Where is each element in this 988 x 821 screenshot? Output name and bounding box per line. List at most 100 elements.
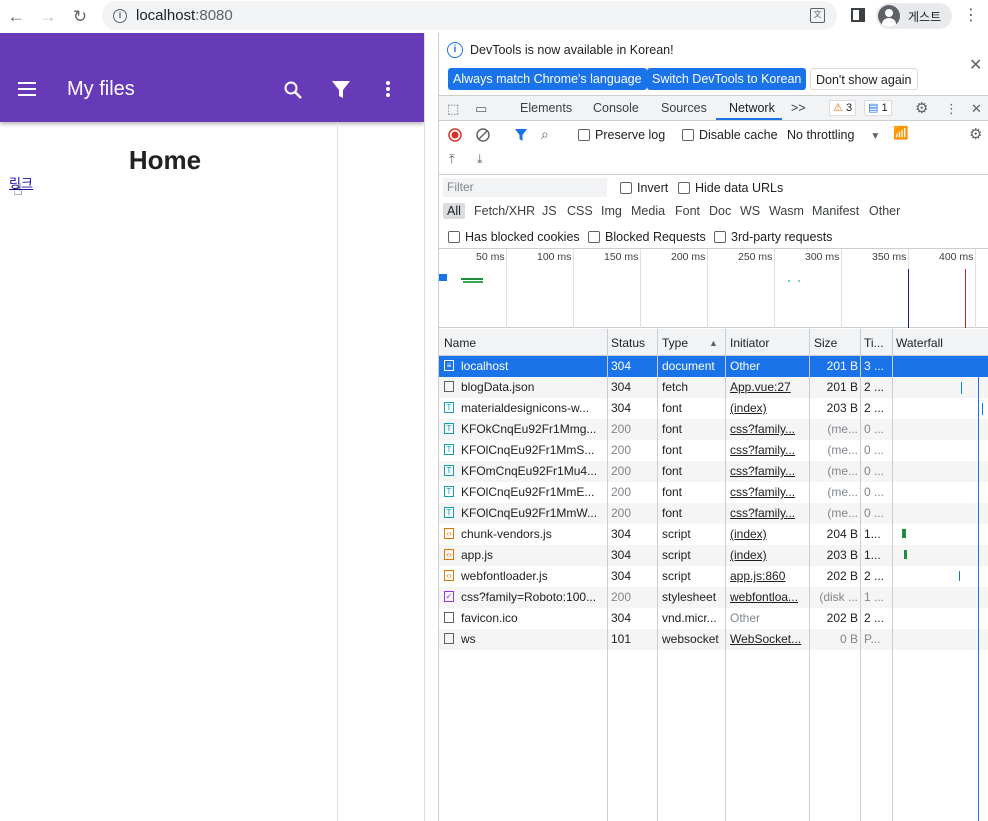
request-initiator[interactable]: css?family...: [730, 485, 806, 499]
address-bar[interactable]: i localhost:8080 文: [102, 1, 837, 30]
script-icon: ‹›: [444, 570, 454, 581]
table-row[interactable]: ≡ localhost 304 document Other 201 B 3 ...: [439, 356, 988, 377]
col-type[interactable]: Type: [662, 336, 688, 350]
blocked-requests-checkbox[interactable]: Blocked Requests: [588, 230, 706, 244]
close-devtools-icon[interactable]: ✕: [971, 101, 982, 117]
type-filter-img[interactable]: Img: [601, 204, 622, 218]
chrome-menu-icon[interactable]: ⋮: [962, 5, 980, 27]
type-filter-js[interactable]: JS: [542, 204, 557, 218]
import-har-icon[interactable]: ⤒: [449, 152, 455, 167]
request-initiator[interactable]: webfontloa...: [730, 590, 806, 604]
request-initiator[interactable]: css?family...: [730, 443, 806, 457]
devtools-more-icon[interactable]: ⋮: [945, 101, 958, 117]
type-filter-ws[interactable]: WS: [740, 204, 760, 218]
warnings-badge[interactable]: ⚠ 3: [829, 100, 857, 116]
type-filter-font[interactable]: Font: [675, 204, 700, 218]
translate-icon[interactable]: 文: [810, 8, 825, 23]
more-tabs-button[interactable]: >>: [791, 101, 806, 115]
tab-console[interactable]: Console: [593, 101, 639, 115]
type-filter-fetch[interactable]: Fetch/XHR: [474, 204, 535, 218]
app-bar: My files: [0, 33, 424, 122]
hide-data-urls-checkbox[interactable]: Hide data URLs: [678, 181, 783, 195]
request-initiator[interactable]: css?family...: [730, 464, 806, 478]
request-initiator[interactable]: css?family...: [730, 422, 806, 436]
message-count: 1: [881, 102, 888, 114]
filter-funnel-icon[interactable]: [514, 128, 528, 142]
request-initiator[interactable]: WebSocket...: [730, 632, 806, 646]
dont-show-button[interactable]: Don't show again: [810, 68, 918, 90]
export-har-icon[interactable]: ⤓: [477, 152, 483, 167]
filter-input[interactable]: Filter: [443, 178, 607, 197]
switch-korean-button[interactable]: Switch DevTools to Korean: [647, 68, 807, 90]
type-filter-css[interactable]: CSS: [567, 204, 593, 218]
forward-arrow-icon[interactable]: →: [34, 3, 62, 31]
disable-cache-checkbox[interactable]: Disable cache: [682, 128, 778, 142]
request-initiator[interactable]: (index): [730, 401, 806, 415]
type-filter-other[interactable]: Other: [869, 204, 900, 218]
col-size[interactable]: Size: [814, 336, 837, 350]
col-initiator[interactable]: Initiator: [730, 336, 769, 350]
back-arrow-icon[interactable]: ←: [2, 3, 30, 31]
third-party-checkbox[interactable]: 3rd-party requests: [714, 230, 832, 244]
messages-badge[interactable]: ▤ 1: [864, 100, 892, 116]
request-initiator[interactable]: (index): [730, 548, 806, 562]
device-toggle-icon[interactable]: ▭: [475, 101, 487, 117]
request-initiator[interactable]: app.js:860: [730, 569, 806, 583]
table-row[interactable]: ‹› chunk-vendors.js 304 script (index) 204 B 1…: [439, 524, 988, 545]
network-settings-icon[interactable]: ⚙: [969, 125, 982, 143]
reload-icon[interactable]: ↻: [66, 3, 94, 31]
filter-icon[interactable]: [332, 81, 350, 99]
preserve-log-checkbox[interactable]: Preserve log: [578, 128, 665, 142]
col-time[interactable]: Ti...: [864, 336, 884, 350]
type-filter-all[interactable]: All: [443, 203, 465, 219]
table-row[interactable]: T KFOlCnqEu92Fr1MmS... 200 font css?family..…: [439, 440, 988, 461]
side-panel-icon[interactable]: [851, 8, 865, 22]
match-language-button[interactable]: Always match Chrome's language: [448, 68, 647, 90]
request-initiator[interactable]: Other: [730, 359, 806, 373]
type-filter-manifest[interactable]: Manifest: [812, 204, 859, 218]
type-filter-wasm[interactable]: Wasm: [769, 204, 804, 218]
tab-network[interactable]: Network: [729, 101, 775, 115]
request-time: P...: [864, 632, 881, 646]
url-text[interactable]: localhost:8080: [136, 7, 233, 24]
blocked-cookies-checkbox[interactable]: Has blocked cookies: [448, 230, 580, 244]
settings-gear-icon[interactable]: ⚙: [915, 99, 928, 117]
hamburger-menu-icon[interactable]: [18, 82, 36, 96]
table-row[interactable]: ✓ css?family=Roboto:100... 200 stylesheet we…: [439, 587, 988, 608]
col-name[interactable]: Name: [444, 336, 476, 350]
tab-sources[interactable]: Sources: [661, 101, 707, 115]
search-network-icon[interactable]: ⌕: [541, 126, 549, 143]
site-info-icon[interactable]: i: [113, 8, 127, 23]
tab-elements[interactable]: Elements: [520, 101, 572, 115]
table-row[interactable]: Tmaterialdesignicons-w... 304 font (index) 2…: [439, 398, 988, 419]
request-initiator[interactable]: (index): [730, 527, 806, 541]
request-initiator[interactable]: Other: [730, 611, 806, 625]
more-vert-icon[interactable]: [386, 81, 392, 99]
type-filter-doc[interactable]: Doc: [709, 204, 731, 218]
table-row[interactable]: favicon.ico 304 vnd.micr... Other 202 B 2 ...: [439, 608, 988, 629]
table-row[interactable]: ‹› app.js 304 script (index) 203 B 1...: [439, 545, 988, 566]
clear-icon[interactable]: [476, 128, 490, 142]
profile-button[interactable]: 게스트: [876, 3, 952, 29]
close-icon[interactable]: ✕: [969, 55, 982, 75]
inspect-icon[interactable]: ⬚: [447, 101, 459, 117]
throttling-select[interactable]: No throttling ▼: [787, 128, 880, 142]
network-conditions-icon[interactable]: 📶: [893, 126, 909, 141]
request-initiator[interactable]: App.vue:27: [730, 380, 806, 394]
col-status[interactable]: Status: [611, 336, 645, 350]
record-stop-icon[interactable]: [448, 128, 462, 142]
table-row[interactable]: ‹› webfontloader.js 304 script app.js:860 202…: [439, 566, 988, 587]
invert-checkbox[interactable]: Invert: [620, 181, 668, 195]
table-row[interactable]: T KFOkCnqEu92Fr1Mmg... 200 font css?family..…: [439, 419, 988, 440]
table-row[interactable]: ws 101 websocket WebSocket... 0 B P...: [439, 629, 988, 650]
col-waterfall[interactable]: Waterfall: [896, 336, 943, 350]
table-row[interactable]: blogData.json 304 fetch App.vue:27 201 B 2 ..…: [439, 377, 988, 398]
table-row[interactable]: T KFOmCnqEu92Fr1Mu4... 200 font css?family..…: [439, 461, 988, 482]
type-filter-media[interactable]: Media: [631, 204, 665, 218]
timeline-gridline: [640, 249, 641, 328]
search-icon[interactable]: [284, 81, 302, 99]
request-size: 204 B: [826, 527, 858, 541]
request-initiator[interactable]: css?family...: [730, 506, 806, 520]
table-row[interactable]: T KFOlCnqEu92Fr1MmW... 200 font css?family..…: [439, 503, 988, 524]
table-row[interactable]: T KFOlCnqEu92Fr1MmE... 200 font css?family..…: [439, 482, 988, 503]
